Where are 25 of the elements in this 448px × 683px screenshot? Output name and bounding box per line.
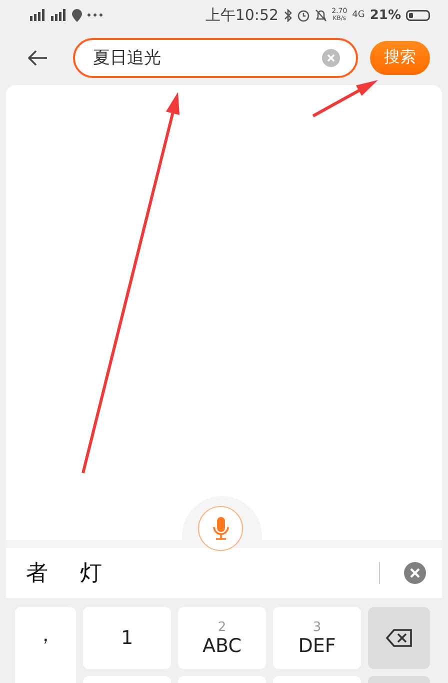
microphone-icon bbox=[212, 516, 230, 540]
network-type: 4G bbox=[352, 10, 365, 20]
battery-percent: 21% bbox=[370, 8, 401, 22]
keyboard-key[interactable]: 3 DEF bbox=[273, 607, 361, 669]
clear-icon[interactable] bbox=[322, 48, 340, 66]
candidate-word[interactable]: 灯 bbox=[80, 558, 102, 588]
keyboard-key[interactable]: 1 bbox=[83, 607, 171, 669]
keyboard-key[interactable]: 2 ABC bbox=[178, 607, 266, 669]
alarm-icon bbox=[296, 8, 310, 22]
bluetooth-icon bbox=[284, 8, 292, 22]
backspace-key[interactable] bbox=[368, 607, 430, 669]
battery-icon bbox=[406, 10, 430, 20]
back-arrow-icon[interactable] bbox=[28, 50, 48, 66]
location-icon bbox=[72, 8, 82, 22]
annotation-arrow bbox=[312, 80, 378, 118]
comma-key[interactable]: ， bbox=[15, 607, 76, 683]
bell-off-icon bbox=[314, 8, 327, 22]
more-icon bbox=[87, 13, 103, 17]
status-time: 上午10:52 bbox=[205, 6, 279, 24]
candidate-word[interactable]: 者 bbox=[26, 558, 48, 588]
search-field[interactable]: 夏日追光 bbox=[73, 38, 358, 78]
close-icon[interactable] bbox=[404, 562, 426, 584]
signal-icon bbox=[51, 9, 67, 21]
signal-icon bbox=[30, 9, 46, 21]
backspace-icon bbox=[386, 629, 412, 647]
